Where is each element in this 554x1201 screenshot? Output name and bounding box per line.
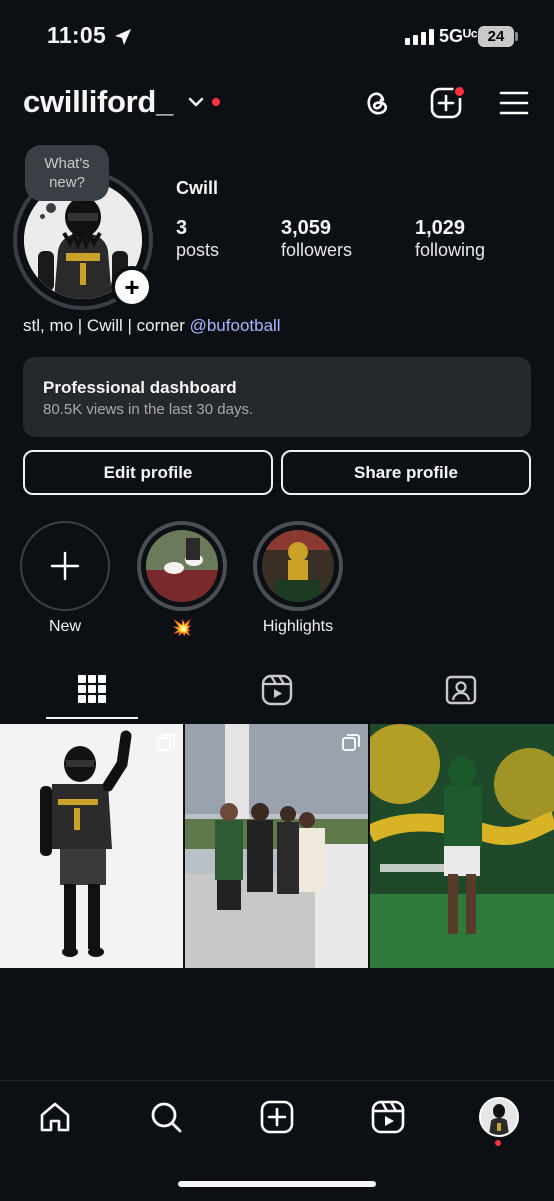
new-highlight-button[interactable]: [20, 521, 110, 611]
multiple-photos-icon: [157, 734, 175, 751]
add-story-icon[interactable]: +: [111, 266, 153, 308]
highlight-thumbnail[interactable]: [262, 530, 334, 602]
stat-following[interactable]: 1,029 following: [415, 217, 485, 261]
battery-level: 24: [487, 28, 505, 45]
dashboard-subtitle: 80.5K views in the last 30 days.: [43, 401, 254, 418]
note-tail-small: [40, 214, 45, 219]
tagged-icon[interactable]: [445, 674, 477, 711]
cellular-signal-icon: [405, 29, 434, 45]
grid-icon[interactable]: [77, 674, 107, 709]
search-icon[interactable]: [146, 1097, 186, 1137]
bio-text: stl, mo | Cwill | corner: [23, 316, 190, 335]
reels-icon[interactable]: [368, 1097, 408, 1137]
bio-link[interactable]: @bufootball: [190, 316, 281, 335]
create-notification-dot: [453, 85, 466, 98]
battery-icon: 24: [478, 26, 514, 47]
highlight-label: Highlights: [262, 618, 334, 635]
threads-icon[interactable]: [360, 86, 394, 120]
highlight-label: 💥: [172, 620, 192, 637]
network-type: 5Gᵁᶜ: [439, 26, 478, 46]
note-tail: [46, 203, 56, 213]
profile-notification-dot: [495, 1140, 501, 1146]
bio: stl, mo | Cwill | corner @bufootball: [23, 316, 281, 336]
username-switcher[interactable]: cwilliford_: [23, 84, 173, 120]
location-arrow-icon: [113, 27, 133, 52]
post-thumbnail[interactable]: [185, 724, 368, 968]
notification-dot: [212, 98, 220, 106]
stat-value: 3: [176, 217, 188, 239]
multiple-photos-icon: [342, 734, 360, 751]
dashboard-title: Professional dashboard: [43, 378, 237, 397]
active-tab-indicator: [46, 717, 138, 719]
stat-label: following: [415, 240, 486, 260]
display-name: Cwill: [176, 178, 219, 198]
plus-icon: [50, 551, 80, 581]
highlight-label: New: [48, 618, 81, 635]
professional-dashboard[interactable]: Professional dashboard 80.5K views in th…: [23, 357, 531, 437]
reels-tab-icon[interactable]: [261, 674, 293, 711]
create-post-icon[interactable]: [257, 1097, 297, 1137]
post-thumbnail[interactable]: [370, 724, 554, 968]
profile-avatar[interactable]: [479, 1097, 519, 1137]
status-time: 11:05: [47, 22, 107, 48]
share-profile-button[interactable]: Share profile: [281, 450, 531, 495]
chevron-down-icon[interactable]: [187, 95, 205, 114]
stat-posts[interactable]: 3 posts: [176, 217, 219, 261]
edit-profile-button[interactable]: Edit profile: [23, 450, 273, 495]
stat-label: followers: [281, 240, 353, 260]
note-bubble[interactable]: What's new?: [25, 145, 109, 201]
home-icon[interactable]: [35, 1097, 75, 1137]
menu-icon[interactable]: [497, 86, 531, 120]
home-indicator[interactable]: [178, 1181, 376, 1187]
highlight-thumbnail[interactable]: [146, 530, 218, 602]
post-thumbnail[interactable]: [0, 724, 183, 968]
stat-followers[interactable]: 3,059 followers: [281, 217, 352, 261]
battery-tip: [515, 32, 518, 41]
stat-label: posts: [176, 240, 220, 260]
stat-value: 3,059: [281, 217, 332, 239]
stat-value: 1,029: [415, 217, 466, 239]
